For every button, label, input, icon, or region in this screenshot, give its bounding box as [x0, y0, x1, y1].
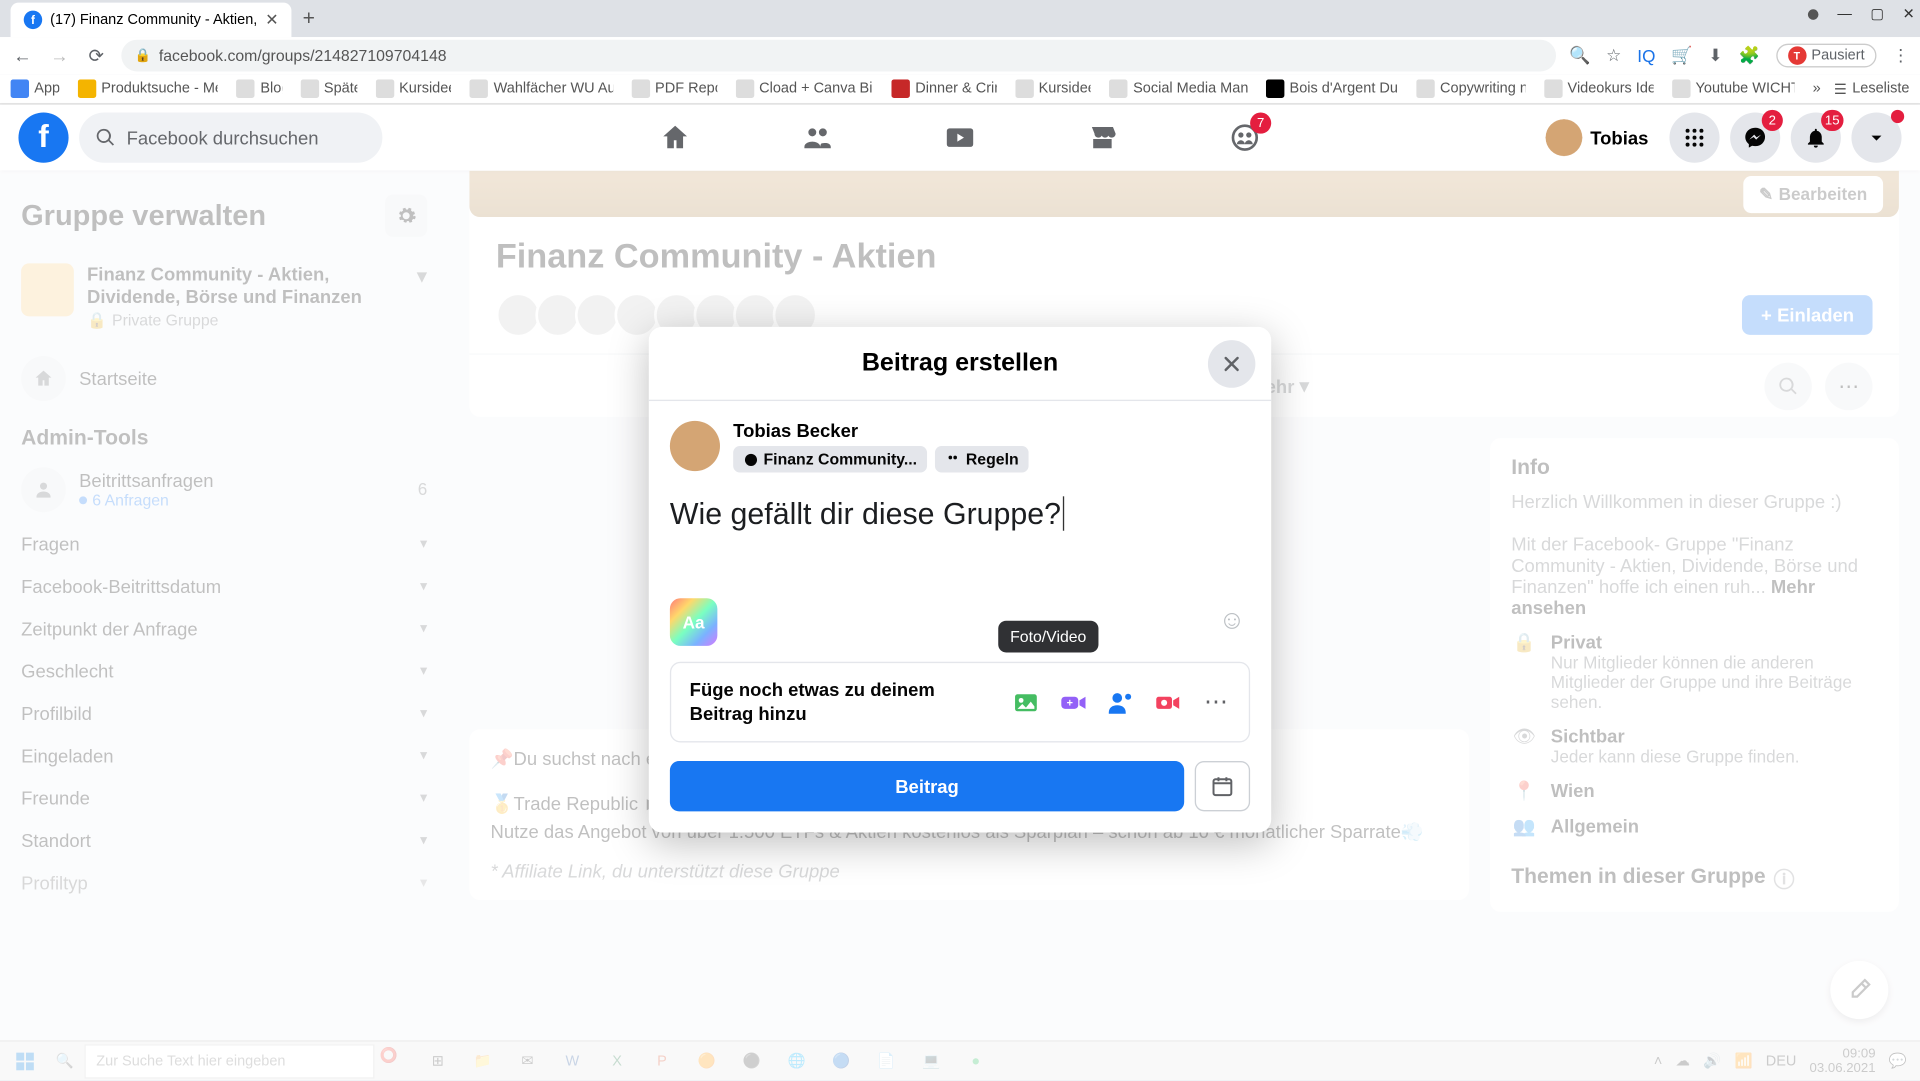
photo-video-icon[interactable]	[1011, 688, 1040, 717]
bookmark-item[interactable]: Produktsuche - Mer…	[77, 79, 218, 98]
facebook-header: f Facebook durchsuchen 7 Tobias 2 15	[0, 105, 1920, 171]
tab-title: (17) Finanz Community - Aktien,	[50, 12, 257, 28]
browser-tab[interactable]: f (17) Finanz Community - Aktien, ✕	[11, 3, 292, 37]
modal-user-name: Tobias Becker	[733, 420, 1029, 441]
bookmark-item[interactable]: Bois d'Argent Duft…	[1266, 79, 1398, 98]
modal-overlay[interactable]: Beitrag erstellen Tobias Becker Finanz C…	[0, 171, 1920, 1080]
emoji-button[interactable]: ☺	[1218, 606, 1250, 638]
reload-button[interactable]: ⟳	[84, 44, 108, 68]
live-video-icon[interactable]	[1154, 688, 1183, 717]
bookmark-item[interactable]: Copywriting neu	[1416, 79, 1525, 98]
attachment-box: Foto/Video Füge noch etwas zu deinem Bei…	[670, 662, 1250, 743]
window-minimize[interactable]: ―	[1837, 6, 1852, 22]
audience-chip[interactable]: Finanz Community...	[733, 446, 927, 472]
notifications-button[interactable]: 15	[1791, 112, 1841, 162]
nav-watch[interactable]	[894, 107, 1026, 168]
ext-puzzle-icon[interactable]: 🧩	[1739, 45, 1760, 66]
attachment-label: Füge noch etwas zu deinem Beitrag hinzu	[690, 679, 954, 725]
facebook-search[interactable]: Facebook durchsuchen	[79, 112, 382, 162]
bookmarks-bar: Apps Produktsuche - Mer… Blog Später Kur…	[0, 74, 1920, 104]
messenger-badge: 2	[1762, 110, 1783, 131]
photo-video-tooltip: Foto/Video	[998, 621, 1098, 653]
notifications-badge: 15	[1821, 110, 1844, 131]
window-close[interactable]: ✕	[1903, 5, 1915, 22]
paused-label: Pausiert	[1811, 48, 1864, 64]
apps-button[interactable]: Apps	[11, 79, 59, 98]
ext-icon-1[interactable]: IQ	[1637, 46, 1655, 66]
room-icon[interactable]: +	[1059, 688, 1088, 717]
profile-paused-chip[interactable]: T Pausiert	[1776, 44, 1877, 68]
modal-close-button[interactable]	[1208, 340, 1255, 388]
forward-button[interactable]: →	[47, 44, 71, 68]
account-dot[interactable]	[1808, 9, 1819, 20]
post-text-input[interactable]: Wie gefällt dir diese Gruppe?	[670, 496, 1250, 532]
url-text: facebook.com/groups/214827109704148	[159, 46, 447, 65]
nav-friends[interactable]	[752, 107, 884, 168]
modal-user-row: Tobias Becker Finanz Community... Regeln	[670, 420, 1250, 473]
address-bar[interactable]: 🔒 facebook.com/groups/214827109704148	[121, 40, 1555, 72]
account-badge	[1891, 110, 1904, 123]
bookmark-item[interactable]: Blog	[237, 79, 282, 98]
bookmark-item[interactable]: Youtube WICHTIG	[1672, 79, 1794, 98]
user-avatar-icon	[1545, 119, 1582, 156]
zoom-icon[interactable]: 🔍	[1569, 45, 1590, 66]
window-maximize[interactable]: ▢	[1870, 5, 1884, 22]
profile-avatar-icon: T	[1788, 46, 1806, 65]
background-color-button[interactable]: Aa	[670, 598, 717, 646]
bookmark-item[interactable]: Cload + Canva Bilder	[735, 79, 873, 98]
nav-groups[interactable]: 7	[1179, 107, 1311, 168]
nav-groups-badge: 7	[1250, 112, 1271, 133]
bookmarks-overflow[interactable]: »	[1813, 81, 1821, 97]
bookmark-item[interactable]: Später	[300, 79, 357, 98]
new-tab-button[interactable]: +	[292, 3, 326, 37]
create-post-modal: Beitrag erstellen Tobias Becker Finanz C…	[649, 327, 1271, 833]
modal-header: Beitrag erstellen	[649, 327, 1271, 401]
schedule-button[interactable]	[1195, 761, 1250, 811]
tab-close-icon[interactable]: ✕	[265, 11, 278, 30]
nav-marketplace[interactable]	[1036, 107, 1168, 168]
window-controls: ― ▢ ✕	[1808, 5, 1914, 22]
facebook-logo[interactable]: f	[18, 112, 68, 162]
bookmark-item[interactable]: Kursideen	[375, 79, 451, 98]
user-avatar-icon	[670, 421, 720, 471]
facebook-favicon: f	[24, 11, 42, 30]
header-user[interactable]: Tobias	[1535, 114, 1659, 162]
messenger-button[interactable]: 2	[1730, 112, 1780, 162]
ext-icon-2[interactable]: 🛒	[1671, 45, 1692, 66]
menu-grid-button[interactable]	[1669, 112, 1719, 162]
post-submit-button[interactable]: Beitrag	[670, 761, 1184, 811]
reading-list[interactable]: ☰Leseliste	[1834, 80, 1910, 97]
user-name: Tobias	[1590, 127, 1648, 148]
bookmark-item[interactable]: Dinner & Crime	[892, 79, 997, 98]
browser-chrome: ― ▢ ✕ f (17) Finanz Community - Aktien, …	[0, 0, 1920, 105]
tag-people-icon[interactable]	[1106, 688, 1135, 717]
account-dropdown-button[interactable]	[1851, 112, 1901, 162]
bookmark-item[interactable]: Kursideen	[1015, 79, 1091, 98]
modal-title: Beitrag erstellen	[862, 349, 1058, 378]
bookmark-item[interactable]: Videokurs Ideen	[1544, 79, 1654, 98]
ext-icon-3[interactable]: ⬇	[1708, 45, 1722, 66]
bookmark-item[interactable]: PDF Report	[631, 79, 717, 98]
bookmark-item[interactable]: Social Media Mana…	[1109, 79, 1247, 98]
back-button[interactable]: ←	[11, 44, 35, 68]
search-placeholder: Facebook durchsuchen	[127, 127, 319, 148]
nav-home[interactable]	[609, 107, 741, 168]
star-icon[interactable]: ☆	[1606, 45, 1621, 66]
menu-dots-icon[interactable]: ⋮	[1892, 45, 1909, 66]
lock-icon: 🔒	[135, 48, 151, 63]
more-options-icon[interactable]: ⋯	[1201, 688, 1230, 717]
facebook-nav: 7	[609, 107, 1311, 168]
svg-text:+: +	[1067, 697, 1073, 709]
search-icon	[95, 127, 116, 148]
rules-chip[interactable]: Regeln	[936, 446, 1030, 472]
bookmark-item[interactable]: Wahlfächer WU Aus…	[470, 79, 613, 98]
